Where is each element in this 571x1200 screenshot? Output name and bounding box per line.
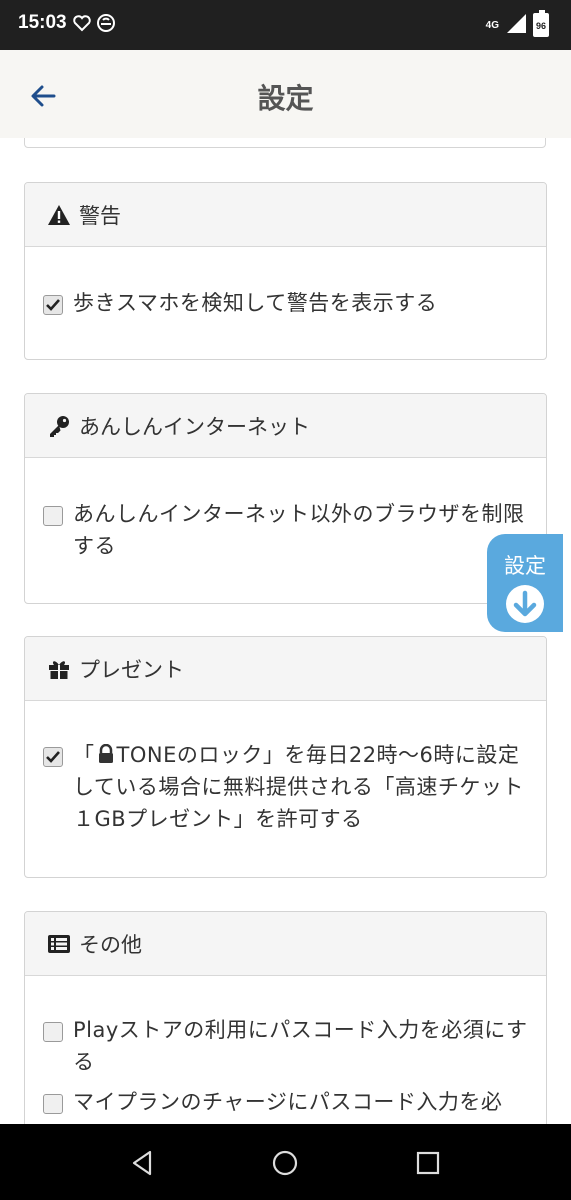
restrict-browser-option[interactable]: あんしんインターネット以外のブラウザを制限する bbox=[43, 498, 528, 562]
recents-square-icon[interactable] bbox=[413, 1148, 443, 1178]
other-card: その他 Playストアの利用にパスコード入力を必須にする マイプランのチャージに… bbox=[24, 911, 547, 1124]
present-card-header: プレゼント bbox=[25, 637, 546, 701]
other-card-header: その他 bbox=[25, 912, 546, 976]
safe-internet-card-title: あんしんインターネット bbox=[79, 414, 310, 439]
present-card: プレゼント 「TONEのロック」を毎日22時〜6時に設定している場合に無料提供さ… bbox=[24, 636, 547, 878]
ticket-present-checkbox[interactable] bbox=[43, 747, 63, 767]
sync-icon bbox=[96, 13, 116, 37]
signal-icon bbox=[505, 12, 527, 38]
app-bar: 設定 bbox=[0, 50, 571, 138]
heart-icon bbox=[72, 13, 92, 37]
battery-icon: 96 bbox=[533, 10, 549, 37]
network-label: 4G bbox=[485, 19, 499, 31]
back-triangle-icon[interactable] bbox=[128, 1148, 158, 1178]
present-card-title: プレゼント bbox=[79, 657, 184, 682]
safe-internet-card: あんしんインターネット あんしんインターネット以外のブラウザを制限する bbox=[24, 393, 547, 604]
key-icon bbox=[47, 414, 71, 438]
settings-content[interactable]: 警告 歩きスマホを検知して警告を表示する あんしんインターネット あんしんインタ… bbox=[0, 138, 571, 1124]
lock-icon bbox=[98, 743, 113, 763]
charge-passcode-label: マイプランのチャージにパスコード入力を必 bbox=[73, 1090, 503, 1114]
checkmark-icon bbox=[46, 751, 60, 763]
restrict-browser-checkbox[interactable] bbox=[43, 506, 63, 526]
warning-card-title: 警告 bbox=[79, 203, 121, 228]
walking-warning-option[interactable]: 歩きスマホを検知して警告を表示する bbox=[43, 287, 528, 319]
playstore-passcode-option[interactable]: Playストアの利用にパスコード入力を必須にする bbox=[43, 1014, 528, 1078]
walking-warning-label: 歩きスマホを検知して警告を表示する bbox=[73, 291, 438, 315]
floating-settings-button[interactable]: 設定 bbox=[487, 534, 563, 632]
arrow-down-circle-icon bbox=[506, 585, 544, 623]
previous-card-bottom bbox=[24, 138, 546, 148]
charge-passcode-option[interactable]: マイプランのチャージにパスコード入力を必 bbox=[43, 1086, 528, 1118]
status-time: 15:03 bbox=[18, 12, 67, 33]
status-bar: 15:03 4G 96 bbox=[0, 0, 571, 50]
checkmark-icon bbox=[46, 299, 60, 311]
system-nav-bar bbox=[0, 1124, 571, 1200]
playstore-passcode-checkbox[interactable] bbox=[43, 1022, 63, 1042]
gift-icon bbox=[47, 657, 71, 681]
other-card-title: その他 bbox=[79, 932, 142, 957]
warning-card: 警告 歩きスマホを検知して警告を表示する bbox=[24, 182, 547, 360]
list-icon bbox=[47, 932, 71, 956]
home-circle-icon[interactable] bbox=[270, 1148, 300, 1178]
walking-warning-checkbox[interactable] bbox=[43, 295, 63, 315]
playstore-passcode-label: Playストアの利用にパスコード入力を必須にする bbox=[73, 1018, 528, 1074]
warning-icon bbox=[47, 203, 71, 227]
safe-internet-card-header: あんしんインターネット bbox=[25, 394, 546, 458]
restrict-browser-label: あんしんインターネット以外のブラウザを制限する bbox=[73, 502, 525, 558]
page-title: 設定 bbox=[257, 82, 314, 115]
charge-passcode-checkbox[interactable] bbox=[43, 1094, 63, 1114]
ticket-present-label: 「TONEのロック」を毎日22時〜6時に設定している場合に無料提供される「高速チ… bbox=[73, 743, 524, 831]
warning-card-header: 警告 bbox=[25, 183, 546, 247]
ticket-present-option[interactable]: 「TONEのロック」を毎日22時〜6時に設定している場合に無料提供される「高速チ… bbox=[43, 739, 528, 835]
floating-settings-label: 設定 bbox=[504, 554, 546, 578]
